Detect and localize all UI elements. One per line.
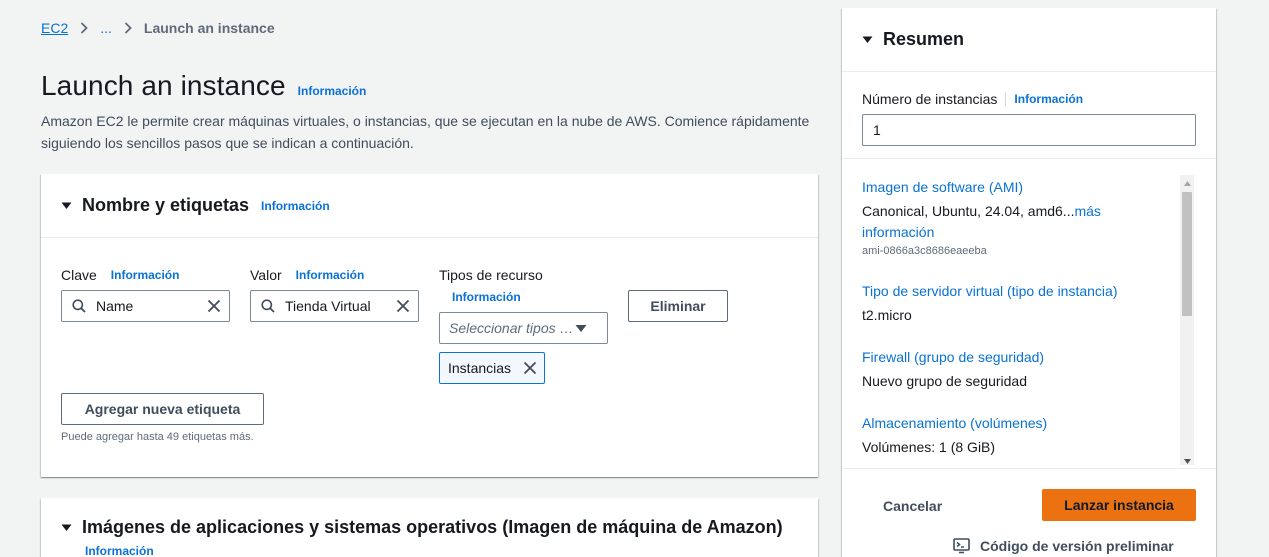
instances-label-text: Número de instancias — [862, 91, 998, 107]
search-icon — [261, 299, 275, 313]
page-title: Launch an instance — [41, 70, 286, 101]
instances-input[interactable]: 1 — [862, 114, 1196, 146]
summary-ami-value: Canonical, Ubuntu, 24.04, amd6...más inf… — [862, 201, 1162, 243]
breadcrumb-ellipsis[interactable]: ... — [100, 20, 112, 36]
summary-firewall-value: Nuevo grupo de seguridad — [862, 373, 1028, 389]
resource-token-label: Instancias — [448, 360, 512, 376]
resource-types-placeholder: Seleccionar tipos de recurso — [449, 320, 575, 336]
page-header: Launch an instance Información — [41, 70, 366, 102]
name-tags-panel: Nombre y etiquetas Información Clave Inf… — [41, 174, 818, 477]
page-info-link[interactable]: Información — [298, 84, 367, 98]
instances-info-link[interactable]: Información — [1014, 92, 1083, 106]
value-label-text: Valor — [250, 267, 282, 283]
caret-down-icon — [862, 34, 873, 45]
instances-label: Número de instancias Información — [862, 91, 1083, 107]
ami-title: Imágenes de aplicaciones y sistemas oper… — [82, 517, 783, 537]
code-preview-label: Código de versión preliminar — [980, 538, 1174, 554]
chevron-right-icon — [80, 22, 89, 34]
summary-storage-link[interactable]: Almacenamiento (volúmenes) — [862, 413, 1162, 433]
resource-types-info: Información — [452, 290, 521, 304]
value-input[interactable]: Tienda Virtual — [250, 290, 419, 322]
summary-header[interactable]: Resumen — [842, 8, 1216, 72]
ami-header[interactable]: Imágenes de aplicaciones y sistemas oper… — [61, 517, 783, 538]
divider — [1005, 92, 1007, 106]
key-input-value: Name — [96, 298, 134, 314]
resource-types-label-text: Tipos de recurso — [439, 267, 543, 283]
remove-tag-button[interactable]: Eliminar — [628, 290, 728, 322]
summary-footer: Cancelar Lanzar instancia Código de vers… — [842, 468, 1216, 557]
launch-instance-button[interactable]: Lanzar instancia — [1042, 489, 1196, 521]
value-input-value: Tienda Virtual — [285, 298, 371, 314]
tag-limit-hint: Puede agregar hasta 49 etiquetas más. — [61, 431, 254, 443]
summary-ami-text: Canonical, Ubuntu, 24.04, amd6... — [862, 203, 1075, 219]
caret-down-icon — [61, 522, 72, 533]
terminal-icon — [953, 538, 970, 554]
summary-ami-section: Imagen de software (AMI) Canonical, Ubun… — [862, 177, 1162, 257]
scrollbar-thumb[interactable] — [1182, 192, 1192, 316]
summary-firewall-link[interactable]: Firewall (grupo de seguridad) — [862, 347, 1162, 367]
chevron-right-icon — [124, 22, 132, 34]
value-label: Valor Información — [250, 267, 364, 283]
search-icon — [72, 299, 86, 313]
page-description: Amazon EC2 le permite crear máquinas vir… — [41, 113, 810, 151]
cancel-button[interactable]: Cancelar — [883, 498, 942, 514]
scroll-down-icon[interactable] — [1180, 455, 1194, 465]
resource-types-info-link[interactable]: Información — [452, 290, 521, 304]
breadcrumb-current: Launch an instance — [143, 20, 275, 36]
summary-ami-link[interactable]: Imagen de software (AMI) — [862, 177, 1162, 197]
breadcrumb: EC2 ... Launch an instance — [41, 19, 275, 37]
instances-input-value: 1 — [873, 122, 881, 138]
caret-down-icon — [575, 324, 587, 333]
summary-panel: Resumen Número de instancias Información… — [842, 8, 1216, 557]
key-label: Clave Información — [61, 267, 179, 283]
ami-info-link[interactable]: Información — [85, 544, 154, 557]
scroll-up-icon[interactable] — [1180, 177, 1194, 189]
name-tags-title: Nombre y etiquetas — [82, 195, 250, 215]
breadcrumb-ec2-link[interactable]: EC2 — [41, 20, 68, 36]
close-icon[interactable] — [207, 299, 221, 313]
key-label-text: Clave — [61, 267, 97, 283]
key-input[interactable]: Name — [61, 290, 230, 322]
summary-ami-id: ami-0866a3c8686eaeeba — [862, 245, 987, 257]
summary-instance-type-value: t2.micro — [862, 307, 912, 323]
name-tags-header[interactable]: Nombre y etiquetas Información — [41, 174, 818, 238]
resource-types-select[interactable]: Seleccionar tipos de recurso — [439, 312, 608, 344]
add-tag-button[interactable]: Agregar nueva etiqueta — [61, 393, 264, 425]
summary-storage-section: Almacenamiento (volúmenes) Volúmenes: 1 … — [862, 413, 1162, 458]
code-preview-button[interactable]: Código de versión preliminar — [953, 538, 1174, 554]
summary-firewall-section: Firewall (grupo de seguridad) Nuevo grup… — [862, 347, 1162, 392]
close-icon[interactable] — [523, 361, 537, 375]
summary-scroll-area: Imagen de software (AMI) Canonical, Ubun… — [842, 158, 1216, 465]
summary-scrollbar[interactable] — [1180, 175, 1194, 465]
key-info-link[interactable]: Información — [111, 268, 180, 282]
value-info-link[interactable]: Información — [296, 268, 365, 282]
ami-panel: Imágenes de aplicaciones y sistemas oper… — [41, 498, 818, 557]
summary-title: Resumen — [883, 29, 965, 49]
resource-types-label: Tipos de recurso — [439, 267, 543, 283]
close-icon[interactable] — [396, 299, 410, 313]
resource-token-instances: Instancias — [439, 352, 545, 384]
caret-down-icon — [61, 200, 72, 211]
name-tags-info-link[interactable]: Información — [261, 199, 330, 213]
summary-instance-type-link[interactable]: Tipo de servidor virtual (tipo de instan… — [862, 281, 1162, 301]
summary-storage-value: Volúmenes: 1 (8 GiB) — [862, 439, 996, 455]
summary-instance-type-section: Tipo de servidor virtual (tipo de instan… — [862, 281, 1162, 326]
